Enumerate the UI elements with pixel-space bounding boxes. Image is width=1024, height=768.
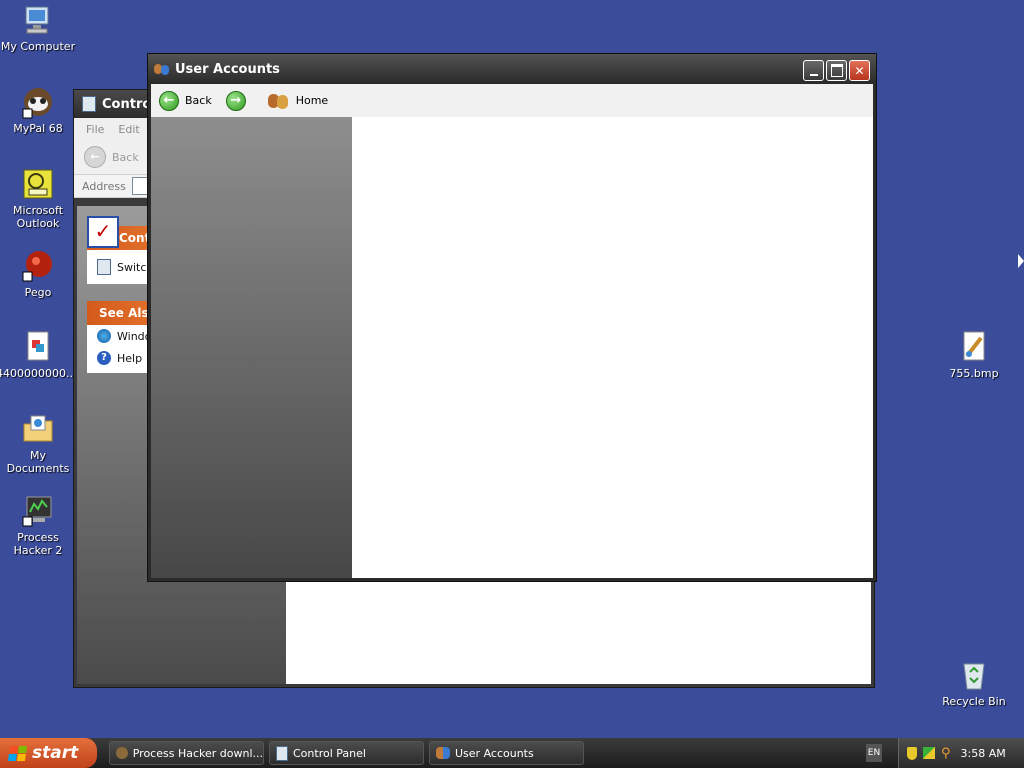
user-accounts-sidebar: [151, 117, 352, 578]
cp-back-label: Back: [112, 150, 139, 164]
desktop-icon-outlook[interactable]: Microsoft Outlook: [0, 167, 78, 230]
start-label: start: [32, 743, 79, 763]
help-icon: ?: [97, 351, 111, 365]
windows-update-icon: [97, 329, 111, 343]
bitmap-file-icon: [963, 331, 985, 361]
desktop-icon-mypal[interactable]: MyPal 68: [0, 85, 78, 135]
mypal-icon: [22, 88, 52, 119]
taskbar: start Process Hacker downl... Control Pa…: [0, 738, 1024, 768]
ua-home-button[interactable]: Home: [264, 92, 332, 110]
user-accounts-title: User Accounts: [175, 61, 280, 77]
mouse-cursor-icon: [1018, 254, 1024, 268]
taskbar-item-control-panel[interactable]: Control Panel: [269, 741, 424, 765]
close-icon: ✕: [854, 63, 865, 78]
address-label: Address: [82, 179, 126, 193]
my-computer-icon: [25, 6, 49, 34]
back-arrow-icon: ←: [159, 90, 179, 111]
menu-file[interactable]: File: [86, 123, 104, 136]
taskbar-item-user-accounts[interactable]: User Accounts: [429, 741, 584, 765]
control-panel-content: [286, 580, 871, 684]
desktop-icon-pego[interactable]: Pego: [0, 249, 78, 299]
security-shield-icon[interactable]: [907, 746, 917, 760]
user-accounts-titlebar[interactable]: User Accounts ✕: [148, 54, 876, 84]
tasks-checkmark-icon: ✓: [87, 216, 119, 248]
user-accounts-window[interactable]: User Accounts ✕ ← Back → Home: [147, 53, 877, 582]
system-tray: ⚲ 3:58 AM: [898, 738, 1024, 768]
address-field[interactable]: [131, 177, 148, 195]
minimize-icon: [809, 73, 818, 76]
user-accounts-nav-bar: ← Back → Home: [151, 84, 873, 118]
search-icon[interactable]: ⚲: [941, 746, 951, 761]
desktop-icon-image-file[interactable]: 4400000000....: [0, 330, 80, 380]
desktop-icon-my-computer[interactable]: My Computer: [0, 3, 78, 53]
maximize-button[interactable]: [826, 60, 847, 81]
language-indicator[interactable]: EN: [866, 744, 882, 762]
ua-forward-button[interactable]: →: [222, 90, 250, 111]
close-button[interactable]: ✕: [849, 60, 870, 81]
forward-arrow-icon: →: [225, 90, 246, 111]
desktop-icon-process-hacker[interactable]: Process Hacker 2: [0, 494, 78, 557]
network-icon[interactable]: [923, 747, 935, 759]
ua-back-button[interactable]: ← Back: [155, 90, 216, 111]
ua-back-label: Back: [185, 94, 212, 107]
user-accounts-task-icon: [436, 747, 450, 759]
minimize-button[interactable]: [803, 60, 824, 81]
my-documents-icon: [23, 415, 53, 442]
desktop-icon-bitmap[interactable]: 755.bmp: [934, 330, 1014, 380]
back-arrow-icon: ←: [84, 146, 106, 168]
taskbar-item-process-hacker[interactable]: Process Hacker downl...: [109, 741, 264, 765]
pego-icon: [22, 251, 52, 282]
user-accounts-content: [352, 117, 873, 578]
clock[interactable]: 3:58 AM: [961, 747, 1006, 760]
windows-logo-icon: [7, 745, 28, 761]
start-button[interactable]: start: [0, 738, 97, 768]
user-accounts-icon: [154, 62, 170, 76]
maximize-icon: [830, 64, 843, 77]
switch-view-icon: [97, 259, 111, 275]
outlook-icon: [23, 169, 53, 199]
cp-back-button[interactable]: ← Back: [84, 146, 139, 168]
process-hacker-icon: [22, 496, 52, 527]
desktop-icon-my-documents[interactable]: My Documents: [0, 412, 78, 475]
process-hacker-task-icon: [116, 747, 128, 759]
control-panel-task-icon: [276, 745, 288, 761]
window-controls: ✕: [803, 60, 870, 81]
menu-edit[interactable]: Edit: [118, 123, 139, 136]
control-panel-icon: [82, 96, 96, 112]
desktop-icon-recycle-bin[interactable]: Recycle Bin: [934, 658, 1014, 708]
users-home-icon: [267, 92, 290, 110]
ua-home-label: Home: [295, 94, 329, 107]
recycle-bin-icon: [963, 663, 985, 690]
image-file-icon: [27, 331, 49, 361]
